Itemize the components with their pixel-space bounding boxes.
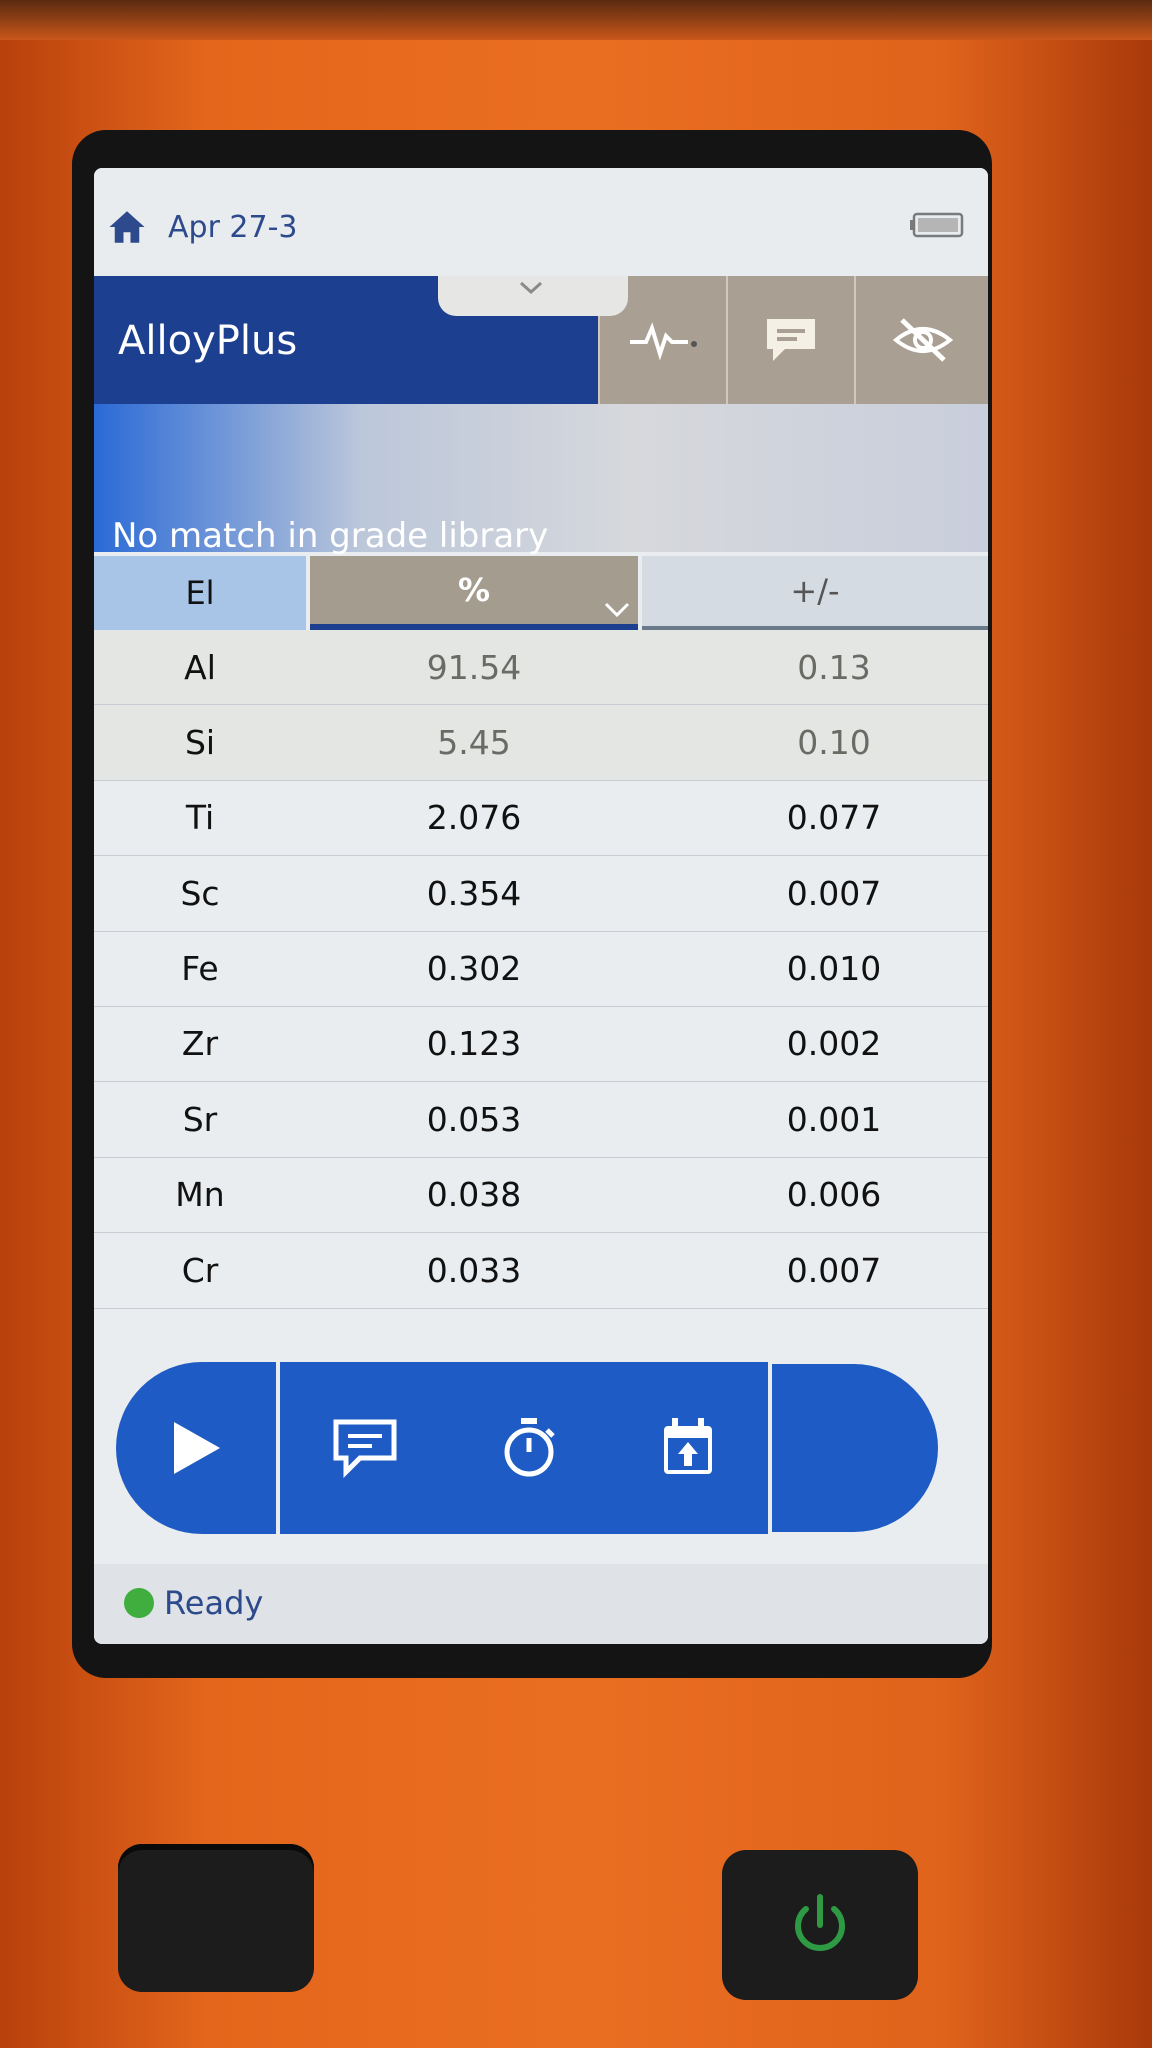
cell-error: 0.001 bbox=[786, 1099, 882, 1139]
cell-element: Zr bbox=[181, 1024, 219, 1064]
status-bar: Apr 27-3 bbox=[94, 168, 988, 276]
cell-error: 0.002 bbox=[786, 1024, 882, 1064]
pull-down-tab[interactable] bbox=[438, 276, 628, 316]
table-row[interactable]: Zr 0.123 0.002 bbox=[94, 1007, 988, 1083]
calendar-upload-icon[interactable] bbox=[658, 1416, 718, 1480]
column-header-percent-label: % bbox=[457, 571, 491, 609]
cell-element: Si bbox=[184, 722, 216, 762]
action-bar bbox=[116, 1362, 948, 1534]
power-icon bbox=[795, 1894, 845, 1951]
table-row[interactable]: Cr 0.033 0.007 bbox=[94, 1233, 988, 1309]
action-bar-extra-button[interactable] bbox=[772, 1364, 938, 1532]
table-row[interactable]: Mn 0.038 0.006 bbox=[94, 1158, 988, 1234]
play-icon bbox=[174, 1422, 220, 1474]
device-top-edge bbox=[0, 0, 1152, 40]
cell-element: Ti bbox=[185, 798, 215, 838]
table-row[interactable]: Sr 0.053 0.001 bbox=[94, 1082, 988, 1158]
spectrum-icon bbox=[630, 322, 697, 361]
timer-icon[interactable] bbox=[499, 1416, 559, 1480]
cell-percent: 0.033 bbox=[426, 1250, 522, 1290]
cell-error: 0.007 bbox=[786, 1250, 882, 1290]
column-header-error[interactable]: +/- bbox=[642, 556, 988, 630]
start-measurement-button[interactable] bbox=[116, 1362, 276, 1534]
cell-element: Sr bbox=[182, 1099, 218, 1139]
table-row[interactable]: Si 5.45 0.10 bbox=[94, 705, 988, 781]
cell-percent: 0.123 bbox=[426, 1024, 522, 1064]
message-icon[interactable] bbox=[330, 1416, 400, 1480]
cell-error: 0.13 bbox=[797, 647, 871, 687]
action-bar-tools bbox=[280, 1362, 768, 1534]
message-button[interactable] bbox=[726, 276, 854, 404]
column-header-percent[interactable]: % bbox=[310, 556, 638, 630]
cell-error: 0.077 bbox=[786, 798, 882, 838]
chevron-down-icon bbox=[519, 281, 543, 295]
battery-icon bbox=[910, 212, 964, 238]
ready-status-text: Ready bbox=[164, 1584, 264, 1622]
status-title: Apr 27-3 bbox=[168, 210, 298, 245]
cell-percent: 2.076 bbox=[426, 798, 522, 838]
app-title: AlloyPlus bbox=[118, 318, 298, 364]
power-button[interactable] bbox=[722, 1850, 918, 2000]
cell-element: Al bbox=[184, 647, 216, 687]
table-row[interactable]: Fe 0.302 0.010 bbox=[94, 932, 988, 1007]
table-row[interactable]: Al 91.54 0.13 bbox=[94, 630, 988, 706]
cell-element: Sc bbox=[180, 873, 220, 913]
cell-percent: 0.354 bbox=[426, 873, 522, 913]
sort-chevron-down-icon bbox=[604, 602, 630, 618]
column-header-element[interactable]: El bbox=[94, 556, 306, 630]
status-footer: Ready bbox=[94, 1564, 988, 1644]
table-row[interactable]: Sc 0.354 0.007 bbox=[94, 856, 988, 932]
cell-percent: 0.302 bbox=[426, 949, 522, 989]
cell-error: 0.10 bbox=[797, 722, 871, 762]
cell-error: 0.007 bbox=[786, 873, 882, 913]
cell-percent: 5.45 bbox=[437, 722, 511, 762]
results-table-body: Al 91.54 0.13 Si 5.45 0.10 Ti 2.076 0.07… bbox=[94, 630, 988, 1309]
cell-element: Mn bbox=[175, 1175, 225, 1215]
cell-element: Fe bbox=[181, 949, 219, 989]
visibility-toggle-button[interactable] bbox=[854, 276, 988, 404]
ready-indicator-icon bbox=[124, 1588, 154, 1618]
home-icon[interactable] bbox=[106, 206, 148, 248]
hardware-button-left[interactable] bbox=[118, 1844, 314, 1992]
cell-error: 0.006 bbox=[786, 1175, 882, 1215]
cell-percent: 0.053 bbox=[426, 1099, 522, 1139]
results-table-header: El % +/- bbox=[94, 556, 988, 630]
match-status-text: No match in grade library bbox=[112, 516, 549, 556]
table-row[interactable]: Ti 2.076 0.077 bbox=[94, 781, 988, 857]
match-banner: No match in grade library bbox=[94, 404, 988, 556]
cell-element: Cr bbox=[181, 1250, 219, 1290]
cell-percent: 0.038 bbox=[426, 1175, 522, 1215]
cell-error: 0.010 bbox=[786, 949, 882, 989]
eye-off-icon bbox=[892, 318, 954, 362]
cell-percent: 91.54 bbox=[426, 647, 522, 687]
screen: Apr 27-3 AlloyPlus No match in grade lib… bbox=[94, 168, 988, 1644]
message-icon bbox=[767, 319, 815, 361]
